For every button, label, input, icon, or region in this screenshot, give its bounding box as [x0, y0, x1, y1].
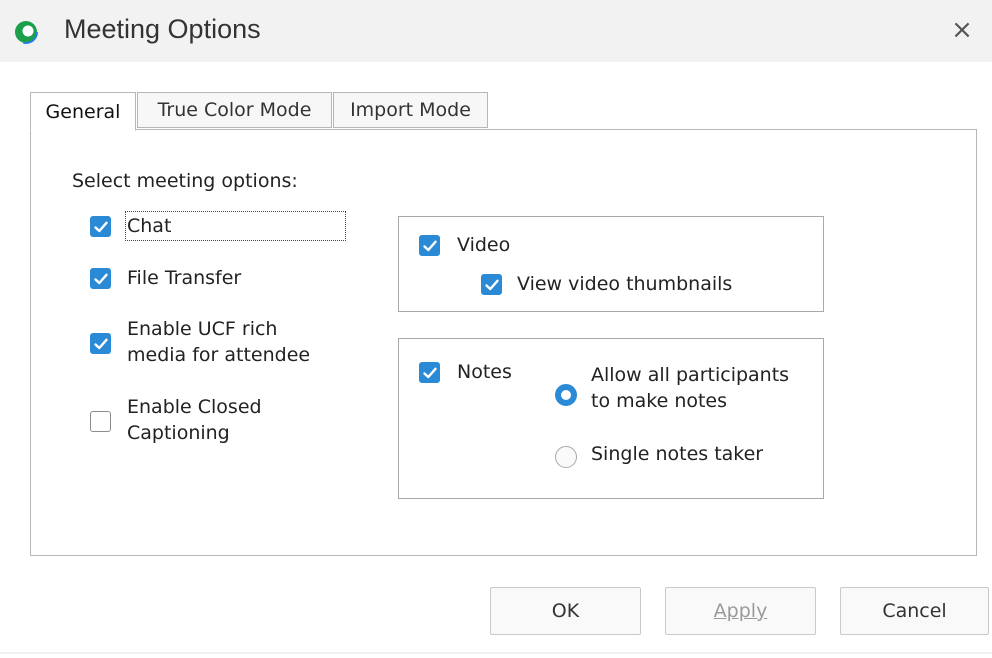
- single-notes-taker-radio[interactable]: [555, 446, 577, 468]
- tab-general[interactable]: General: [30, 92, 136, 131]
- check-icon: [94, 273, 108, 285]
- tab-label: Import Mode: [350, 99, 471, 121]
- notes-checkbox[interactable]: [419, 362, 440, 383]
- section-label: Select meeting options:: [72, 170, 298, 192]
- button-label: OK: [551, 600, 580, 622]
- tab-label: General: [45, 100, 121, 123]
- notes-label[interactable]: Notes: [457, 359, 512, 385]
- view-video-thumbnails-checkbox[interactable]: [481, 274, 502, 295]
- video-label[interactable]: Video: [457, 232, 510, 258]
- view-video-thumbnails-label[interactable]: View video thumbnails: [517, 271, 732, 297]
- window-title: Meeting Options: [64, 14, 261, 44]
- label-line: Enable UCF rich: [127, 318, 278, 340]
- check-icon: [94, 338, 108, 350]
- webex-icon: [14, 20, 38, 44]
- label-line: Captioning: [127, 422, 230, 444]
- cancel-button[interactable]: Cancel: [840, 587, 989, 635]
- allow-all-participants-label[interactable]: Allow all participants to make notes: [591, 362, 789, 414]
- closed-captioning-label[interactable]: Enable Closed Captioning: [127, 394, 262, 446]
- label-line: Allow all participants: [591, 364, 790, 386]
- label-line: media for attendee: [127, 344, 311, 366]
- tab-label: True Color Mode: [157, 99, 312, 121]
- button-label: Cancel: [882, 600, 947, 622]
- check-icon: [485, 279, 499, 291]
- file-transfer-checkbox[interactable]: [90, 268, 111, 289]
- apply-button[interactable]: Apply: [665, 587, 816, 635]
- file-transfer-label[interactable]: File Transfer: [127, 265, 241, 291]
- label-line: to make notes: [591, 390, 728, 412]
- check-icon: [423, 240, 437, 252]
- tab-import-mode[interactable]: Import Mode: [333, 92, 488, 128]
- chat-label[interactable]: Chat: [125, 211, 346, 241]
- check-icon: [423, 367, 437, 379]
- single-notes-taker-label[interactable]: Single notes taker: [591, 441, 763, 467]
- allow-all-participants-radio[interactable]: [555, 384, 577, 406]
- ok-button[interactable]: OK: [490, 587, 641, 635]
- closed-captioning-checkbox[interactable]: [90, 411, 111, 432]
- video-group: [398, 216, 824, 312]
- label-line: Enable Closed: [127, 396, 262, 418]
- video-checkbox[interactable]: [419, 235, 440, 256]
- chat-checkbox[interactable]: [90, 216, 111, 237]
- close-icon: ×: [951, 15, 973, 45]
- ucf-rich-media-label[interactable]: Enable UCF rich media for attendee: [127, 316, 310, 368]
- bottom-divider: [0, 652, 992, 654]
- ucf-rich-media-checkbox[interactable]: [90, 333, 111, 354]
- tab-true-color-mode[interactable]: True Color Mode: [137, 92, 332, 128]
- button-label: Apply: [713, 600, 768, 622]
- close-button[interactable]: ×: [948, 15, 976, 45]
- check-icon: [94, 221, 108, 233]
- title-bar: Meeting Options ×: [0, 0, 992, 62]
